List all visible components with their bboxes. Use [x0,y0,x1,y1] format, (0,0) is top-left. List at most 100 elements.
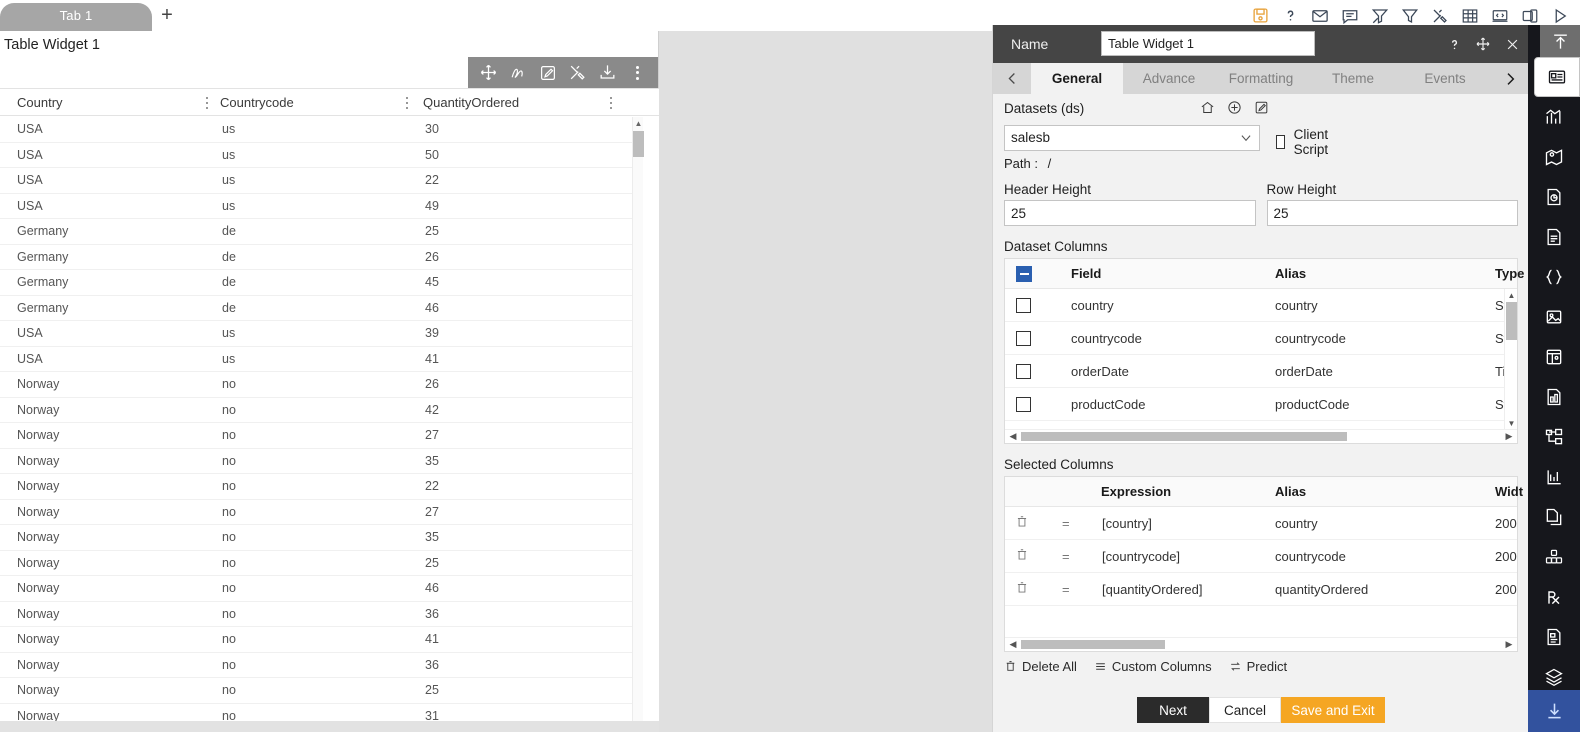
selected-grid-hscroll[interactable]: ◀ ▶ [1005,637,1517,651]
row-checkbox[interactable] [1016,364,1031,379]
table-row[interactable]: Norway no 27 [0,500,632,525]
rail-item-braces[interactable] [1528,257,1580,297]
rail-item-map[interactable] [1528,137,1580,177]
selected-column-row[interactable]: = [countrycode] countrycode 200 [1005,540,1517,573]
add-tab-button[interactable]: + [156,4,178,28]
tab-advance[interactable]: Advance [1123,63,1215,94]
home-icon[interactable] [1200,100,1215,115]
rail-item-document[interactable] [1528,217,1580,257]
run-icon[interactable] [1550,6,1570,26]
rail-item-chart[interactable] [1528,97,1580,137]
header-height-input[interactable] [1004,200,1256,226]
cancel-button[interactable]: Cancel [1209,697,1281,723]
comment-icon[interactable] [1340,6,1360,26]
hscroll-track[interactable] [1021,640,1501,649]
dataset-select[interactable]: salesb [1004,125,1260,151]
scroll-left-icon[interactable]: ◀ [1005,639,1021,650]
tab-formatting[interactable]: Formatting [1215,63,1307,94]
close-icon[interactable] [1503,35,1521,53]
table-row[interactable]: Norway no 26 [0,372,632,398]
predict-button[interactable]: Predict [1229,659,1287,674]
dataset-column-row[interactable]: country country St [1005,289,1517,322]
delete-all-button[interactable]: Delete All [1004,659,1077,674]
tools-icon[interactable] [1430,6,1450,26]
edit-square-icon[interactable] [1254,100,1269,115]
rail-download-button[interactable] [1528,690,1580,732]
dataset-column-row[interactable]: orderDate orderDate Ti [1005,355,1517,388]
rail-item-cubes[interactable] [1528,537,1580,577]
move-icon[interactable] [477,61,501,85]
table-row[interactable]: Germany de 46 [0,296,632,321]
selected-column-row[interactable]: = [quantityOrdered] quantityOrdered 200 [1005,573,1517,606]
rail-item-pie-doc[interactable] [1528,177,1580,217]
settings-tools-icon[interactable] [566,61,590,85]
tab-1[interactable]: Tab 1 [0,3,152,31]
help-icon[interactable] [1445,35,1463,53]
scroll-up-icon[interactable]: ▲ [1505,289,1518,301]
custom-columns-button[interactable]: Custom Columns [1094,659,1212,674]
more-options-icon[interactable] [625,61,649,85]
table-row[interactable]: Norway no 41 [0,627,632,653]
column-header-countrycode[interactable]: Countrycode [220,89,294,117]
scroll-right-icon[interactable]: ▶ [1501,639,1517,650]
delete-row-icon[interactable] [1015,581,1029,600]
table-row[interactable]: Germany de 26 [0,245,632,270]
save-icon[interactable] [1250,6,1270,26]
save-and-exit-button[interactable]: Save and Exit [1281,697,1385,723]
table-row[interactable]: Norway no 22 [0,474,632,500]
table-horizontal-scrollbar[interactable] [0,721,659,732]
column-menu-countrycode-icon[interactable] [400,96,414,110]
rail-item-tree[interactable] [1528,417,1580,457]
move-icon[interactable] [1474,35,1492,53]
dataset-grid-hscroll[interactable]: ◀ ▶ [1005,429,1517,443]
help-icon[interactable] [1280,6,1300,26]
rail-item-image[interactable] [1528,297,1580,337]
scroll-left-icon[interactable]: ◀ [1005,431,1021,442]
tabs-prev-icon[interactable] [993,63,1031,94]
mail-icon[interactable] [1310,6,1330,26]
selected-column-row[interactable]: = [country] country 200 [1005,507,1517,540]
tab-general[interactable]: General [1031,63,1123,94]
hscroll-track[interactable] [1021,432,1501,441]
scroll-thumb[interactable] [1506,302,1517,340]
table-row[interactable]: Norway no 42 [0,398,632,423]
widget-name-input[interactable] [1101,31,1315,56]
add-circle-icon[interactable] [1227,100,1242,115]
table-icon[interactable] [1460,6,1480,26]
delete-row-icon[interactable] [1015,548,1029,567]
chevron-down-icon[interactable] [1239,131,1253,150]
table-row[interactable]: Norway no 35 [0,449,632,474]
table-vertical-scrollbar[interactable]: ▲ ▼ [632,117,644,732]
clear-filter-icon[interactable] [1370,6,1390,26]
next-button[interactable]: Next [1137,697,1209,723]
tab-theme[interactable]: Theme [1307,63,1399,94]
table-row[interactable]: Norway no 36 [0,602,632,627]
table-row[interactable]: Norway no 25 [0,551,632,576]
table-row[interactable]: Norway no 27 [0,423,632,449]
code-icon[interactable] [1490,6,1510,26]
column-menu-country-icon[interactable] [200,96,214,110]
rail-item-prescription[interactable] [1528,577,1580,617]
table-row[interactable]: Germany de 45 [0,270,632,296]
table-row[interactable]: Norway no 25 [0,678,632,704]
dataset-column-row[interactable]: productCode productCode St [1005,388,1517,421]
column-header-quantityordered[interactable]: QuantityOrdered [423,89,519,117]
rail-item-report[interactable] [1528,377,1580,417]
hscroll-thumb[interactable] [1021,432,1348,441]
tabs-next-icon[interactable] [1491,63,1529,94]
scribble-icon[interactable] [506,61,530,85]
table-row[interactable]: USA us 41 [0,347,632,372]
rail-item-copy-page[interactable] [1528,497,1580,537]
table-row[interactable]: Norway no 35 [0,525,632,551]
table-row[interactable]: USA us 22 [0,168,632,194]
table-row[interactable]: Germany de 25 [0,219,632,245]
table-row[interactable]: USA us 49 [0,194,632,219]
hscroll-thumb[interactable] [1021,640,1165,649]
client-script-checkbox[interactable] [1276,135,1285,149]
column-header-country[interactable]: Country [17,89,63,117]
scroll-down-icon[interactable]: ▼ [1505,417,1518,429]
dataset-grid-vscroll[interactable]: ▲ ▼ [1504,289,1517,429]
dataset-column-row[interactable]: countrycode countrycode St [1005,322,1517,355]
equals-icon[interactable]: = [1062,573,1070,606]
table-row[interactable]: USA us 30 [0,117,632,143]
